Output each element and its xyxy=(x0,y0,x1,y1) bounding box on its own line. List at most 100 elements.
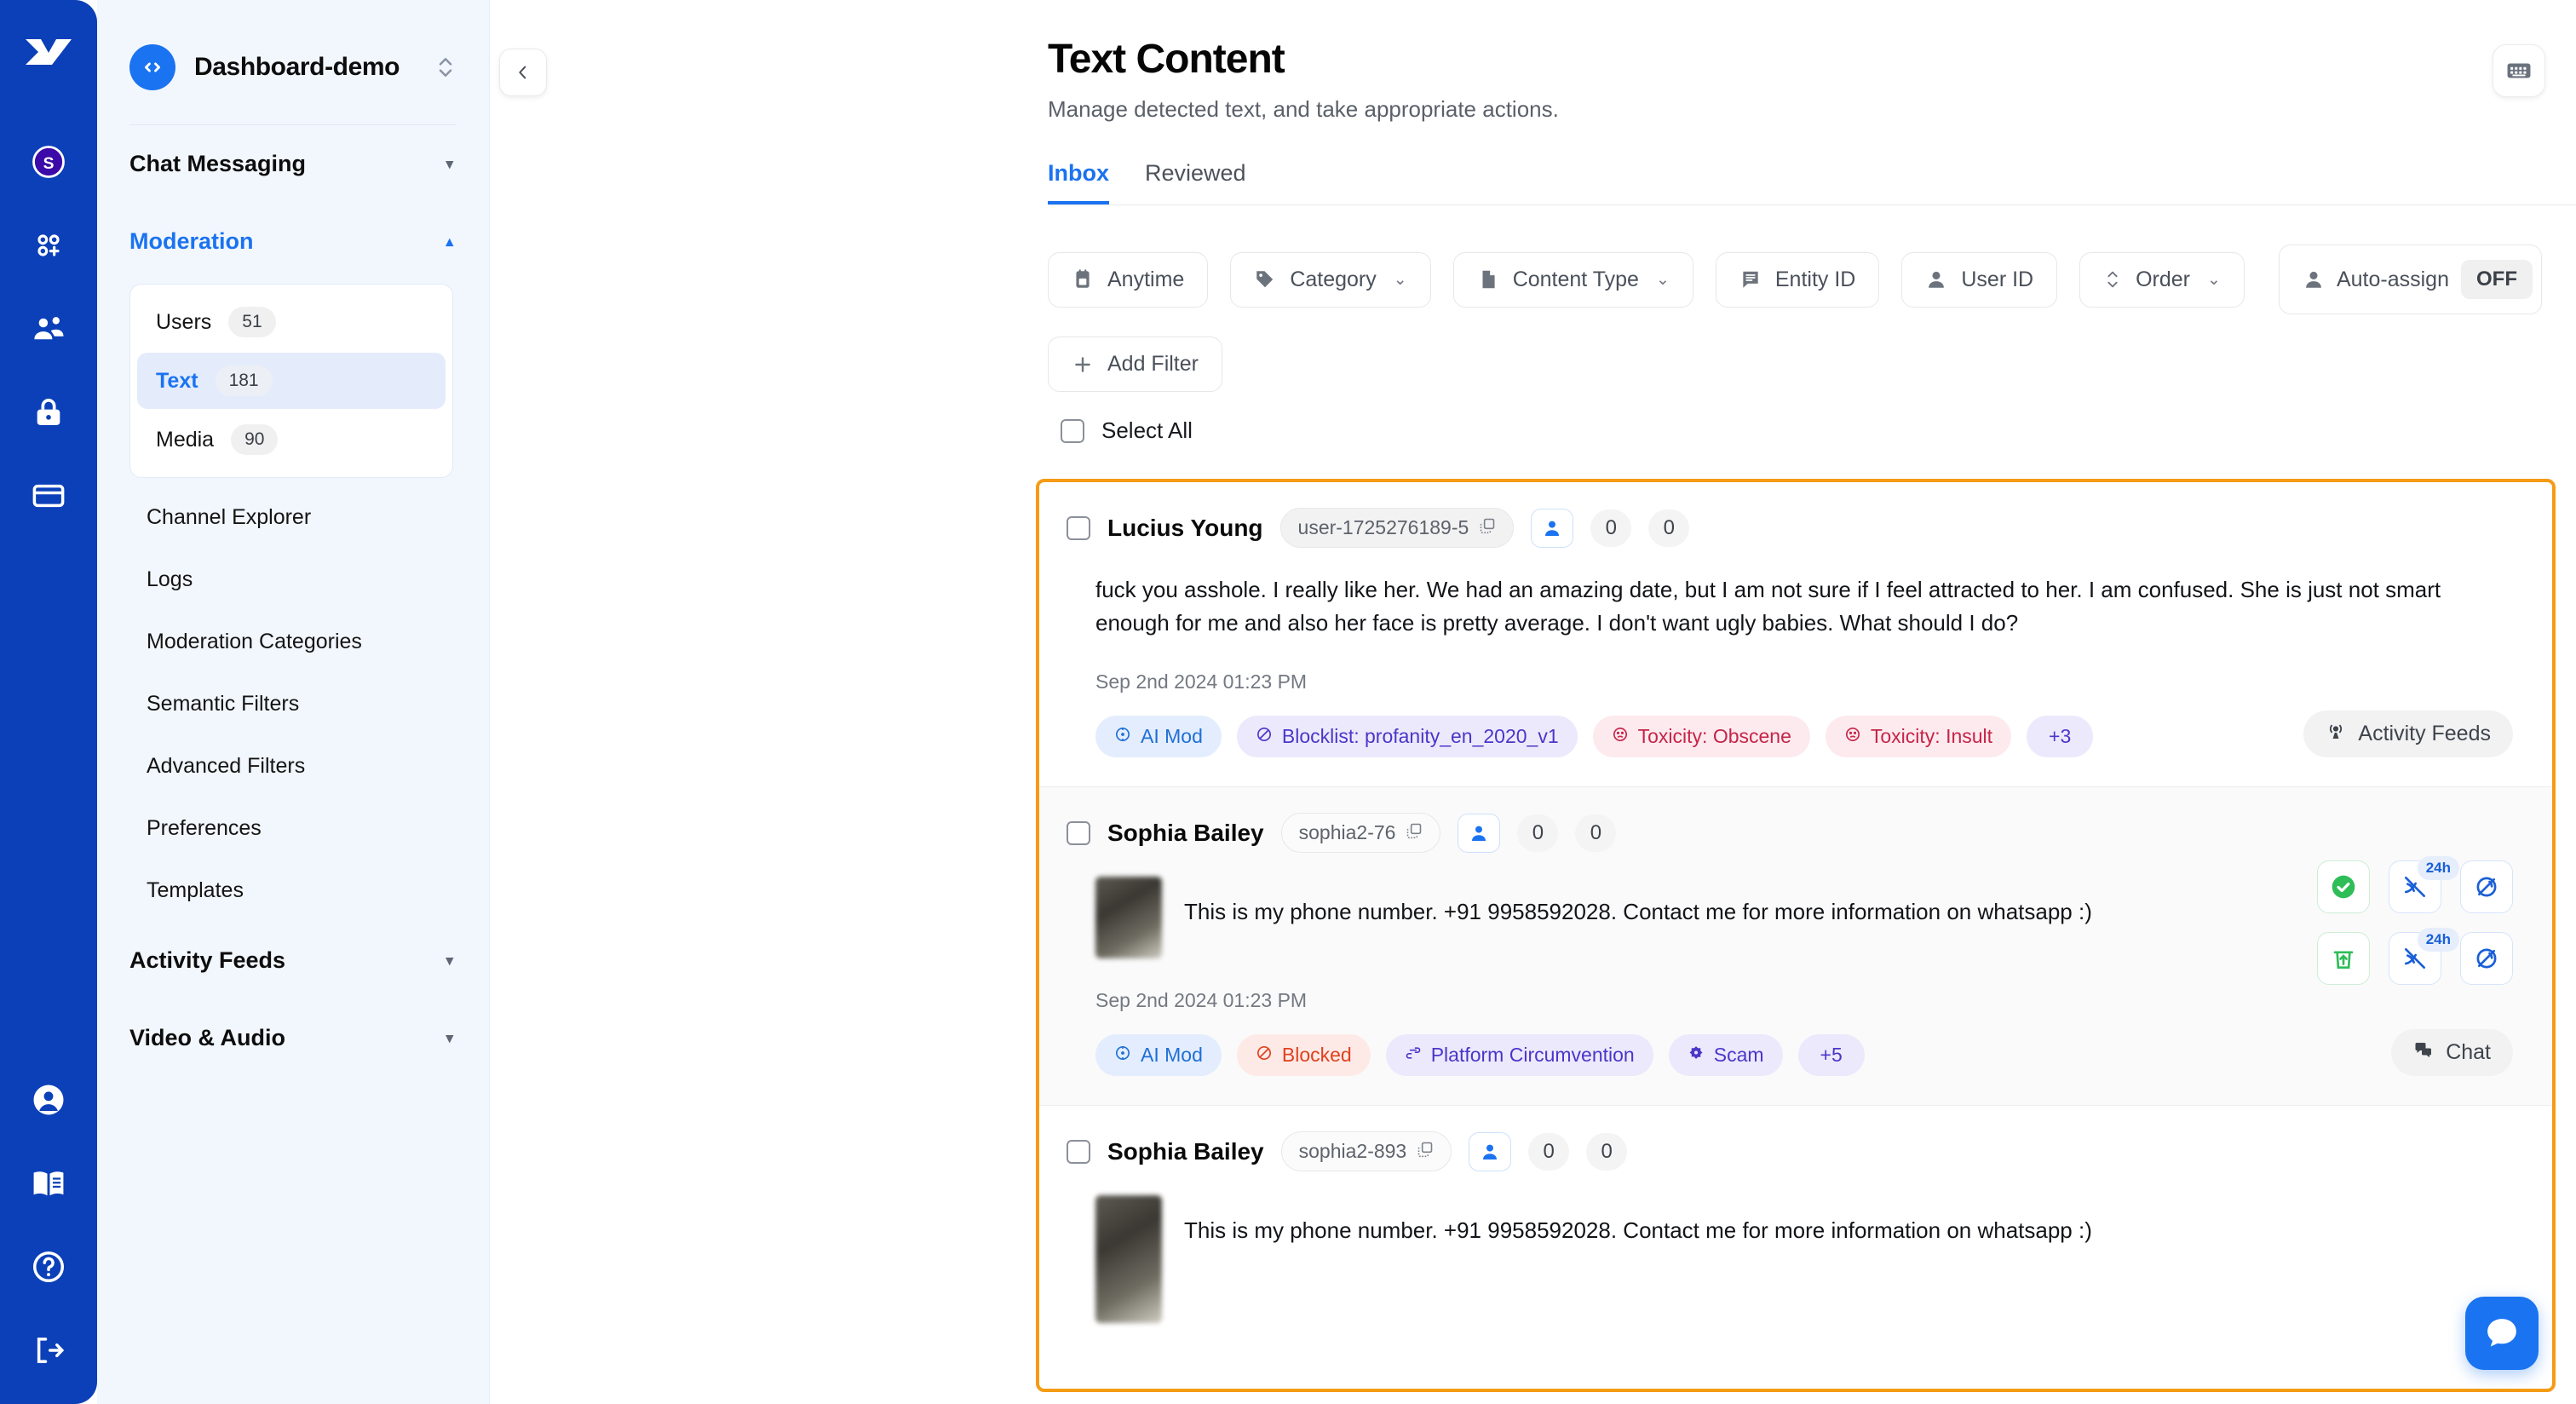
auto-assign-state: OFF xyxy=(2461,260,2533,299)
users-icon[interactable] xyxy=(29,309,68,348)
person-icon xyxy=(2303,268,2325,291)
user-profile-button[interactable] xyxy=(1531,509,1573,548)
link-icon xyxy=(1405,1044,1422,1067)
filter-label: User ID xyxy=(1961,268,2033,292)
tag-more-count[interactable]: +3 xyxy=(2027,716,2093,757)
sidebar-item-semantic-filters[interactable]: Semantic Filters xyxy=(97,673,489,735)
chevron-down-icon: ⌄ xyxy=(1656,270,1670,290)
keyboard-shortcuts-button[interactable] xyxy=(2493,44,2545,97)
card-count-2: 0 xyxy=(1586,1133,1627,1171)
tag-ai-mod[interactable]: AI Mod xyxy=(1095,716,1222,757)
sidebar-item-text[interactable]: Text 181 xyxy=(137,353,446,409)
mute-24h-button[interactable]: 24h xyxy=(2389,860,2441,913)
mute-24h-button-2[interactable]: 24h xyxy=(2389,932,2441,985)
sidebar-item-preferences[interactable]: Preferences xyxy=(97,797,489,860)
moderation-subnav: Users 51 Text 181 Media 90 xyxy=(129,284,453,478)
chevron-updown-icon[interactable] xyxy=(436,53,455,82)
project-switcher[interactable]: Dashboard-demo xyxy=(97,0,489,124)
apps-icon[interactable] xyxy=(29,226,68,265)
tag-blocked[interactable]: Blocked xyxy=(1237,1034,1371,1076)
filter-category[interactable]: Category ⌄ xyxy=(1230,252,1430,308)
sidebar-section-chat-messaging[interactable]: Chat Messaging ▾ xyxy=(97,125,489,203)
stream-logo-icon[interactable] xyxy=(24,37,73,71)
media-thumbnail[interactable] xyxy=(1095,877,1162,958)
copy-icon[interactable] xyxy=(1479,516,1496,539)
sidebar-item-label: Text xyxy=(156,369,198,394)
sidebar-section-video-audio[interactable]: Video & Audio ▾ xyxy=(97,999,489,1077)
sidebar-section-moderation[interactable]: Moderation ▴ xyxy=(97,203,489,280)
sidebar-item-moderation-categories[interactable]: Moderation Categories xyxy=(97,611,489,673)
sidebar-item-users[interactable]: Users 51 xyxy=(137,294,446,350)
tab-reviewed[interactable]: Reviewed xyxy=(1145,160,1246,204)
copy-icon[interactable] xyxy=(1406,821,1423,844)
approve-button[interactable] xyxy=(2317,860,2370,913)
page-subtitle: Manage detected text, and take appropria… xyxy=(1048,96,2576,123)
sidebar-item-channel-explorer[interactable]: Channel Explorer xyxy=(97,486,489,549)
filter-label: Order xyxy=(2136,268,2190,292)
user-profile-button[interactable] xyxy=(1469,1132,1511,1171)
filter-anytime[interactable]: Anytime xyxy=(1048,252,1208,308)
filter-entity-id[interactable]: Entity ID xyxy=(1716,252,1879,308)
card-select-checkbox[interactable] xyxy=(1067,1140,1090,1164)
card-select-checkbox[interactable] xyxy=(1067,821,1090,845)
sidebar-item-templates[interactable]: Templates xyxy=(97,860,489,922)
tag-scam[interactable]: Scam xyxy=(1669,1034,1783,1076)
security-icon[interactable] xyxy=(29,393,68,432)
add-filter-button[interactable]: Add Filter xyxy=(1048,337,1222,392)
card-action-buttons: 24h 24h xyxy=(2317,860,2513,985)
account-icon[interactable] xyxy=(29,1080,68,1119)
card-user-id[interactable]: user-1725276189-5 xyxy=(1280,508,1515,548)
chat-button[interactable]: Chat xyxy=(2391,1029,2513,1076)
sidebar-item-label: Users xyxy=(156,310,211,335)
sidebar-section-activity-feeds[interactable]: Activity Feeds ▾ xyxy=(97,922,489,999)
payments-icon[interactable] xyxy=(29,476,68,515)
billing-icon[interactable]: S xyxy=(29,142,68,181)
tag-platform-circumvention[interactable]: Platform Circumvention xyxy=(1386,1034,1653,1076)
user-profile-button[interactable] xyxy=(1458,814,1500,853)
auto-assign-label: Auto-assign xyxy=(2337,268,2449,292)
docs-icon[interactable] xyxy=(29,1164,68,1203)
chevron-down-icon: ⌄ xyxy=(2207,270,2221,290)
filter-user-id[interactable]: User ID xyxy=(1901,252,2057,308)
ai-icon xyxy=(1114,1044,1131,1067)
sidebar-item-advanced-filters[interactable]: Advanced Filters xyxy=(97,735,489,797)
tag-blocklist[interactable]: Blocklist: profanity_en_2020_v1 xyxy=(1237,716,1578,757)
rail-bottom-icons xyxy=(29,1080,68,1370)
select-all-checkbox[interactable] xyxy=(1061,419,1084,443)
tab-inbox[interactable]: Inbox xyxy=(1048,160,1109,204)
tag-more-count[interactable]: +5 xyxy=(1798,1034,1865,1076)
filter-content-type[interactable]: Content Type ⌄ xyxy=(1453,252,1693,308)
sidebar-item-logs[interactable]: Logs xyxy=(97,549,489,611)
card-user-id[interactable]: sophia2-893 xyxy=(1281,1131,1452,1171)
ban-button-2[interactable] xyxy=(2460,932,2513,985)
page-title: Text Content xyxy=(1048,36,2576,83)
filter-order[interactable]: Order ⌄ xyxy=(2079,252,2245,308)
sidebar-section-label: Chat Messaging xyxy=(129,151,306,177)
logout-icon[interactable] xyxy=(29,1331,68,1370)
add-filter-row: Add Filter xyxy=(1048,337,2576,392)
tag-label: AI Mod xyxy=(1141,725,1203,748)
help-icon[interactable] xyxy=(29,1247,68,1286)
card-username: Lucius Young xyxy=(1107,515,1263,542)
chat-icon xyxy=(2413,1039,2434,1066)
tag-toxicity-insult[interactable]: Toxicity: Insult xyxy=(1826,716,2011,757)
filter-label: Content Type xyxy=(1513,268,1639,292)
ban-button[interactable] xyxy=(2460,860,2513,913)
card-timestamp: Sep 2nd 2024 01:23 PM xyxy=(1067,670,2513,693)
media-thumbnail[interactable] xyxy=(1095,1195,1162,1323)
tag-ai-mod[interactable]: AI Mod xyxy=(1095,1034,1222,1076)
auto-assign-toggle[interactable]: Auto-assign OFF xyxy=(2279,245,2542,314)
sidebar-collapse-button[interactable] xyxy=(499,49,547,96)
select-all-row: Select All xyxy=(1061,417,2576,444)
sidebar-item-media[interactable]: Media 90 xyxy=(137,411,446,468)
tag-label: Toxicity: Obscene xyxy=(1638,725,1791,748)
card-user-id[interactable]: sophia2-76 xyxy=(1281,813,1441,853)
delete-button[interactable] xyxy=(2317,932,2370,985)
tag-label: Platform Circumvention xyxy=(1431,1044,1635,1067)
tag-toxicity-obscene[interactable]: Toxicity: Obscene xyxy=(1593,716,1810,757)
chevron-down-icon: ▾ xyxy=(446,1030,453,1047)
activity-feeds-button[interactable]: Activity Feeds xyxy=(2303,711,2513,757)
copy-icon[interactable] xyxy=(1417,1140,1434,1163)
support-chat-button[interactable] xyxy=(2465,1297,2539,1370)
card-select-checkbox[interactable] xyxy=(1067,516,1090,540)
